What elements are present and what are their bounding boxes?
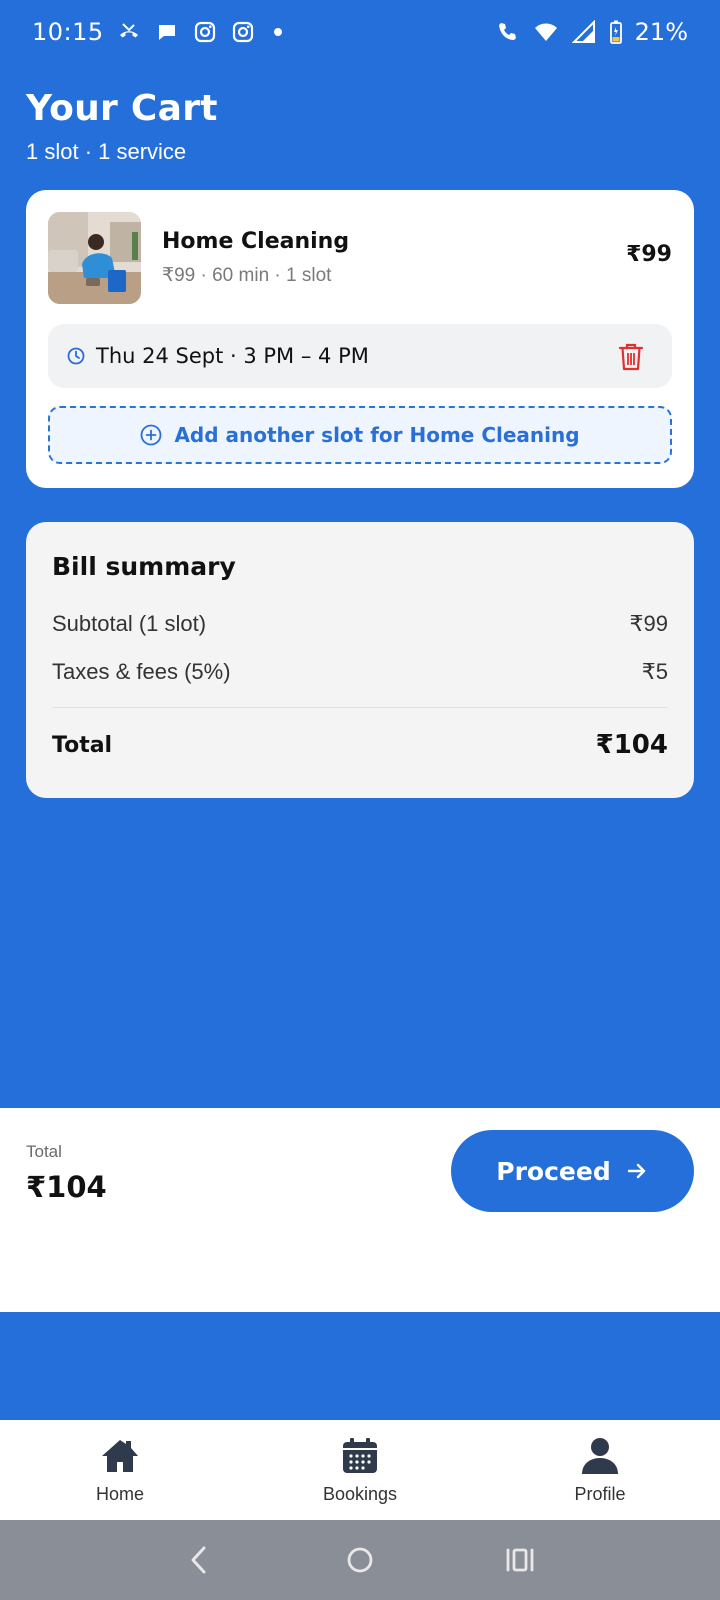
notification-dot-icon <box>273 28 282 36</box>
home-system-button[interactable] <box>340 1540 380 1580</box>
checkout-total-label: Total <box>26 1142 62 1161</box>
add-slot-button[interactable]: Add another slot for Home Cleaning <box>48 406 672 464</box>
status-bar: 10:15 21% <box>0 0 720 64</box>
person-icon <box>580 1436 620 1476</box>
nav-item-home[interactable]: Home <box>30 1436 210 1505</box>
proceed-label: Proceed <box>496 1156 611 1186</box>
service-row: Home Cleaning ₹99 · 60 min · 1 slot ₹99 <box>48 212 672 304</box>
service-info: Home Cleaning ₹99 · 60 min · 1 slot <box>162 229 349 287</box>
status-right: 21% <box>495 18 688 46</box>
back-button[interactable] <box>180 1540 220 1580</box>
chevron-left-icon <box>191 1546 206 1574</box>
nav-label: Profile <box>574 1483 626 1504</box>
checkout-panel: Total ₹104 Proceed <box>0 1108 720 1312</box>
nav-label: Home <box>95 1483 144 1504</box>
recents-icon <box>506 1548 534 1572</box>
trash-icon <box>618 343 644 371</box>
nav-item-profile[interactable]: Profile <box>510 1436 690 1505</box>
bill-total-value: ₹104 <box>595 730 668 760</box>
service-price: ₹99 <box>626 242 672 267</box>
cart-item-card: Home Cleaning ₹99 · 60 min · 1 slot ₹99 … <box>26 190 694 488</box>
wifi-calling-icon <box>495 19 521 45</box>
bill-line-value: ₹5 <box>641 659 668 684</box>
nav-item-bookings[interactable]: Bookings <box>270 1436 450 1505</box>
bill-summary-title: Bill summary <box>52 552 236 581</box>
bill-total-label: Total <box>52 732 113 758</box>
arrow-right-icon <box>625 1159 649 1183</box>
circle-home-icon <box>347 1547 373 1573</box>
bill-line-value: ₹99 <box>629 611 668 636</box>
add-slot-label: Add another slot for Home Cleaning <box>174 423 580 447</box>
instagram-icon <box>230 19 256 45</box>
recents-button[interactable] <box>500 1540 540 1580</box>
cart-header: Your Cart 1 slot · 1 service <box>26 88 218 165</box>
battery-percent: 21% <box>634 18 688 46</box>
service-thumbnail <box>48 212 141 304</box>
page-title: Your Cart <box>26 88 218 129</box>
status-time: 10:15 <box>32 18 104 46</box>
bill-line-label: Subtotal (1 slot) <box>52 611 207 636</box>
calendar-icon <box>340 1436 380 1476</box>
bill-line-subtotal: Subtotal (1 slot) ₹99 <box>52 611 668 637</box>
add-circle-icon <box>140 424 162 446</box>
service-meta: ₹99 · 60 min · 1 slot <box>162 265 332 286</box>
service-name: Home Cleaning <box>162 229 350 254</box>
status-left: 10:15 <box>32 18 282 46</box>
bill-total-row: Total ₹104 <box>52 730 668 760</box>
delete-slot-button[interactable] <box>618 342 644 372</box>
wifi-icon <box>533 19 559 45</box>
home-icon <box>100 1436 140 1476</box>
nav-label: Bookings <box>322 1483 398 1504</box>
bill-line-taxes: Taxes & fees (5%) ₹5 <box>52 659 668 685</box>
bottom-nav: Home Bookings Profile <box>0 1420 720 1520</box>
bill-divider <box>52 707 668 708</box>
chat-bubble-icon <box>154 19 180 45</box>
proceed-button[interactable]: Proceed <box>451 1130 694 1212</box>
slot-row: Thu 24 Sept · 3 PM – 4 PM <box>48 324 672 388</box>
missed-call-icon <box>116 19 142 45</box>
instagram-icon <box>192 19 218 45</box>
battery-icon <box>609 19 623 45</box>
slot-time: Thu 24 Sept · 3 PM – 4 PM <box>96 344 369 368</box>
bill-line-label: Taxes & fees (5%) <box>52 659 231 684</box>
system-nav-bar <box>0 1520 720 1600</box>
checkout-total-amount: ₹104 <box>26 1170 107 1204</box>
page-subtitle: 1 slot · 1 service <box>26 139 187 164</box>
signal-icon <box>571 19 597 45</box>
bill-summary-card: Bill summary Subtotal (1 slot) ₹99 Taxes… <box>26 522 694 798</box>
clock-icon <box>66 346 86 366</box>
